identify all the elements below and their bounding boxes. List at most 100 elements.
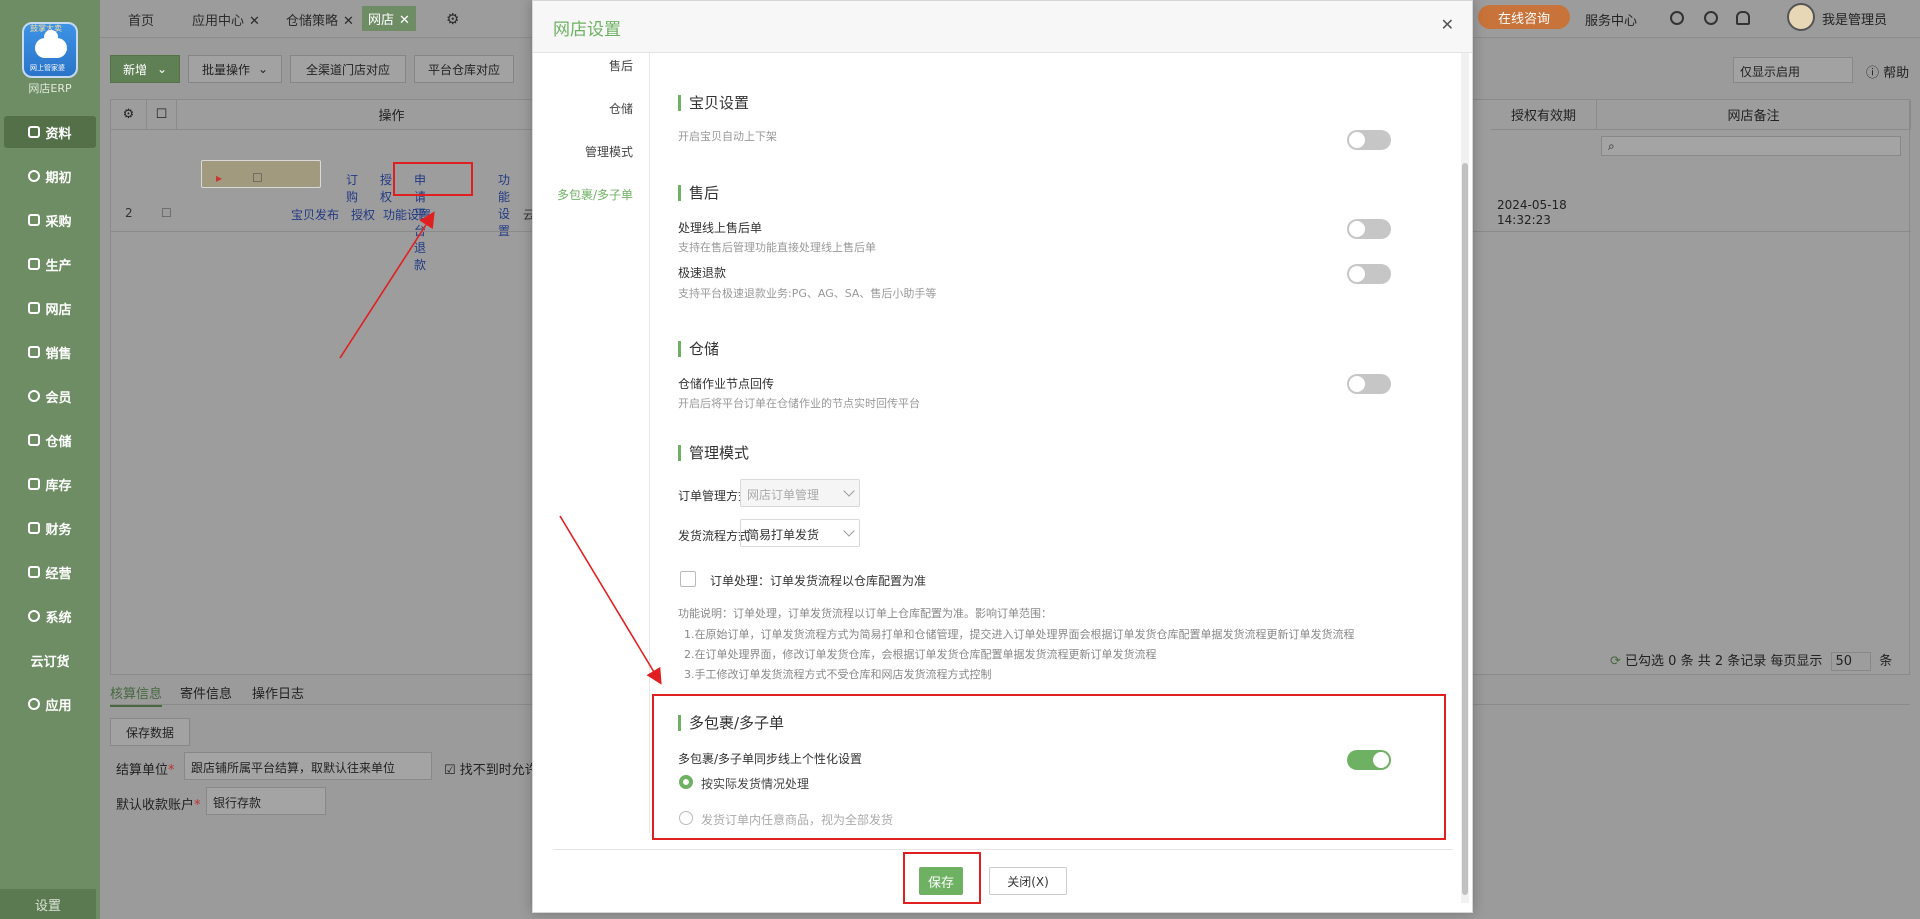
tab-home[interactable]: 首页: [128, 10, 154, 29]
chart-icon: [28, 566, 41, 578]
sidebar-item-cloud-order[interactable]: 云订货: [4, 644, 96, 676]
online-consult-button[interactable]: 在线咨询: [1478, 5, 1570, 29]
close-icon[interactable]: ✕: [249, 14, 260, 29]
account-select[interactable]: 银行存款: [206, 787, 326, 815]
section-warehouse: 仓储: [678, 341, 719, 357]
order-proc-label: 订单处理：订单发货流程以仓库配置为准: [710, 574, 927, 588]
pager-summary: 已勾选 0 条 共 2 条记录 每页显示: [1625, 654, 1823, 669]
select-all-checkbox[interactable]: ☐: [147, 100, 177, 130]
func-note-line: 2.在订单处理界面，修改订单发货仓库，会根据订单发货仓库配置单据发货流程更新订单…: [684, 648, 1157, 661]
notfound-label: 找不到时允许: [459, 763, 538, 778]
search-icon[interactable]: ⌕: [1601, 136, 1901, 156]
add-button[interactable]: 新增 ⌄: [110, 55, 180, 83]
tab-oplog[interactable]: 操作日志: [252, 683, 304, 702]
after-online-toggle[interactable]: [1347, 219, 1391, 239]
row-action-auth[interactable]: 授权: [351, 206, 375, 223]
notfound-checkbox[interactable]: ☑ 找不到时允许: [444, 759, 538, 778]
tab-app-center[interactable]: 应用中心 ✕: [192, 10, 260, 29]
func-note-line: 1.在原始订单，订单发货流程方式为简易打单和仓储管理，提交进入订单处理界面会根据…: [684, 628, 1355, 641]
sidebar-item-label: 应用: [45, 698, 72, 714]
settle-select[interactable]: 跟店铺所属平台结算，取默认往来单位: [184, 752, 432, 780]
tab-warehouse-strategy[interactable]: 仓储策略 ✕: [286, 10, 354, 29]
refresh-icon[interactable]: ⟳: [1610, 654, 1625, 669]
sidebar-item-sales[interactable]: 销售: [4, 336, 96, 368]
service-center-link[interactable]: 服务中心: [1585, 10, 1637, 29]
chevron-down-icon: ⌄: [156, 62, 168, 76]
nav-after-sales[interactable]: 售后: [609, 57, 633, 74]
sidebar-item-finance[interactable]: 财务: [4, 512, 96, 544]
fast-refund-toggle[interactable]: [1347, 264, 1391, 284]
sidebar-item-stock[interactable]: 库存: [4, 468, 96, 500]
scrollbar-thumb[interactable]: [1462, 163, 1468, 895]
tab-accounting[interactable]: 核算信息: [110, 683, 163, 707]
gear-icon[interactable]: ⚙: [446, 10, 459, 28]
sidebar-item-profile[interactable]: 资料: [4, 116, 96, 148]
nav-mode[interactable]: 管理模式: [585, 143, 633, 160]
goods-auto-toggle[interactable]: [1347, 130, 1391, 150]
gear-icon[interactable]: ⚙: [111, 100, 147, 130]
channel-store-button[interactable]: 全渠道门店对应: [290, 55, 406, 83]
sidebar-item-label: 经营: [45, 566, 72, 582]
logo-subtitle: 网上管家婆: [30, 64, 65, 72]
chevron-down-icon: ⌄: [257, 62, 269, 76]
order-proc-checkbox[interactable]: [680, 571, 696, 587]
batch-button[interactable]: 批量操作 ⌄: [188, 55, 282, 83]
settings-button[interactable]: 设置: [0, 889, 96, 919]
tab-shipping[interactable]: 寄件信息: [180, 683, 232, 702]
bell-icon[interactable]: [1736, 11, 1750, 25]
sidebar-item-member[interactable]: 会员: [4, 380, 96, 412]
close-button[interactable]: 关闭(X): [989, 867, 1067, 895]
highlight-multi-package: [652, 694, 1446, 840]
dialog-scrollbar[interactable]: [1461, 53, 1469, 903]
tab-label: 应用中心: [192, 14, 245, 29]
row-action-settings[interactable]: 功能设置: [383, 206, 431, 223]
sidebar-item-production[interactable]: 生产: [4, 248, 96, 280]
avatar[interactable]: [1787, 3, 1815, 31]
nav-warehouse[interactable]: 仓储: [609, 100, 633, 117]
row-action-publish[interactable]: 宝贝发布: [291, 206, 339, 223]
sidebar-item-purchase[interactable]: 采购: [4, 204, 96, 236]
only-enabled-select[interactable]: 仅显示启用: [1733, 57, 1853, 83]
cloud-sync-icon[interactable]: [1670, 11, 1684, 25]
sidebar-item-business[interactable]: 经营: [4, 556, 96, 588]
sidebar-item-apps[interactable]: 应用: [4, 688, 96, 720]
table-row[interactable]: ▸ ☐ 订购 授权 申请平台退款 功能设置 1.: [201, 160, 625, 272]
ship-flow-select[interactable]: 简易打单发货: [740, 519, 860, 547]
cloud-icon: [35, 30, 67, 58]
row-checkbox[interactable]: ☐: [252, 171, 263, 185]
dialog-side-nav: 售后 仓储 管理模式 多包裹/多子单: [533, 53, 650, 833]
shop-icon: [28, 302, 41, 314]
close-icon[interactable]: ✕: [399, 13, 410, 28]
sidebar-item-label: 云订货: [30, 654, 70, 670]
section-goods: 宝贝设置: [678, 95, 749, 111]
nav-multi-package[interactable]: 多包裹/多子单: [557, 186, 633, 203]
platform-warehouse-button[interactable]: 平台仓库对应: [414, 55, 514, 83]
profile-icon: [28, 126, 41, 138]
add-label: 新增: [122, 62, 147, 77]
row-expiry: 2024-05-18 14:32:23: [1497, 198, 1567, 227]
batch-label: 批量操作: [201, 62, 250, 77]
close-icon[interactable]: ✕: [343, 14, 354, 29]
row-checkbox[interactable]: ☐: [161, 206, 172, 220]
close-icon[interactable]: ✕: [1441, 15, 1454, 34]
help-button[interactable]: ⓘ 帮助: [1866, 62, 1909, 81]
sidebar-item-label: 网店: [45, 302, 72, 318]
page-unit: 条: [1879, 654, 1893, 669]
after-online-desc: 支持在售后管理功能直接处理线上售后单: [678, 241, 876, 254]
user-name[interactable]: 我是管理员: [1822, 9, 1887, 28]
order-mode-select[interactable]: 网店订单管理: [740, 479, 860, 507]
tab-shop[interactable]: 网店 ✕: [362, 6, 416, 31]
dialog-footer-divider: [553, 849, 1453, 850]
dialog-header: 网店设置 ✕: [533, 1, 1472, 53]
search-icon[interactable]: [1704, 11, 1718, 25]
sidebar-item-warehouse[interactable]: 仓储: [4, 424, 96, 456]
sidebar-item-shop[interactable]: 网店: [4, 292, 96, 324]
save-data-button[interactable]: 保存数据: [110, 718, 190, 746]
sidebar-item-system[interactable]: 系统: [4, 600, 96, 632]
factory-icon: [28, 258, 41, 270]
wh-node-toggle[interactable]: [1347, 374, 1391, 394]
page-size-select[interactable]: 50: [1830, 652, 1872, 671]
sidebar-item-label: 生产: [45, 258, 72, 274]
finance-icon: [28, 522, 41, 534]
sidebar-item-opening[interactable]: 期初: [4, 160, 96, 192]
